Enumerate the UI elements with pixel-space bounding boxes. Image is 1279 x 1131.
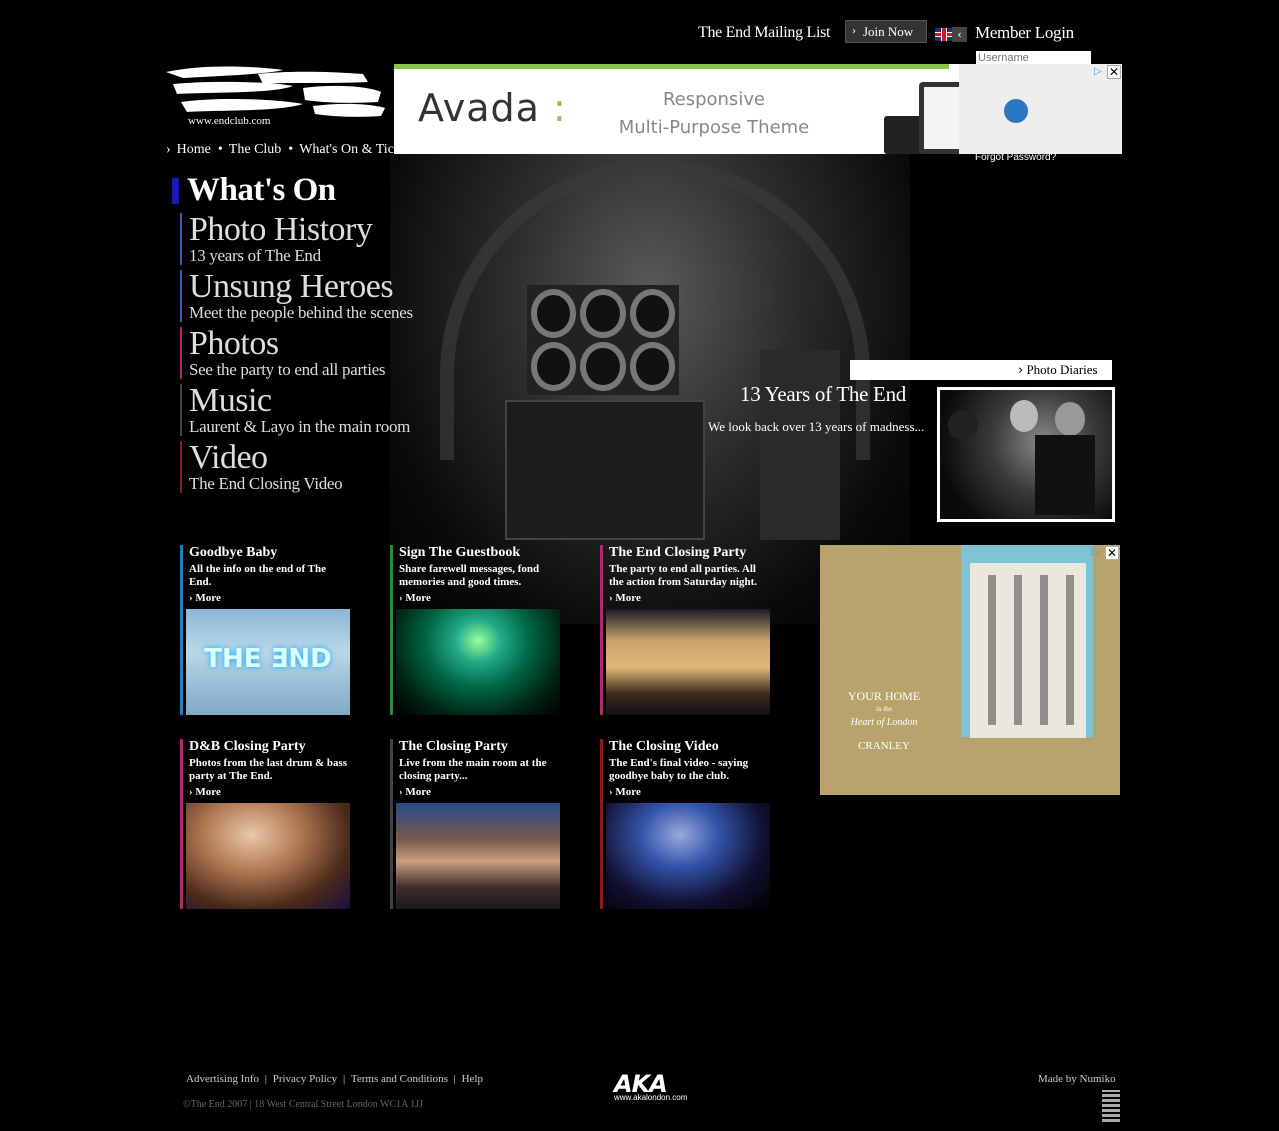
more-link[interactable]: › More: [399, 786, 431, 798]
speaker-stack: [505, 400, 705, 540]
ad-info-icon[interactable]: ▷: [1088, 546, 1102, 560]
feature-photo[interactable]: [937, 387, 1115, 522]
ad-accent-bar: [394, 64, 949, 69]
side-speaker: [760, 350, 840, 540]
join-now-button[interactable]: › Join Now: [845, 20, 927, 43]
close-icon[interactable]: ✕: [1107, 65, 1121, 79]
card-image[interactable]: [606, 803, 770, 909]
bullet: •: [288, 142, 294, 157]
card-image[interactable]: [396, 803, 560, 909]
card-image[interactable]: THE ƎND: [186, 609, 350, 715]
card-image[interactable]: [186, 803, 350, 909]
wordpress-icon: [1004, 99, 1028, 123]
side-ad[interactable]: YOUR HOME in the Heart of London CRANLEY…: [820, 545, 1120, 795]
aka-url[interactable]: www.akalondon.com: [614, 1093, 687, 1102]
username-input[interactable]: [976, 51, 1091, 65]
menu-photos[interactable]: Photos See the party to end all parties: [180, 327, 386, 379]
card-goodbye-baby[interactable]: Goodbye Baby All the info on the end of …: [180, 545, 350, 715]
ad-brand: CRANLEY: [858, 740, 910, 752]
ad-windows: [978, 575, 1078, 725]
footer-privacy-policy[interactable]: Privacy Policy: [273, 1073, 337, 1085]
footer-links: Advertising Info | Privacy Policy | Term…: [186, 1073, 483, 1085]
photo-diaries-link[interactable]: › Photo Diaries: [1018, 362, 1098, 378]
mailing-list-label: The End Mailing List: [698, 24, 831, 41]
logo-url: www.endclub.com: [188, 115, 271, 127]
menu-video[interactable]: Video The End Closing Video: [180, 441, 343, 493]
menu-music[interactable]: Music Laurent & Layo in the main room: [180, 384, 410, 436]
menu-photo-history[interactable]: Photo History 13 years of The End: [180, 213, 373, 265]
chevron-right-icon: ›: [852, 26, 856, 37]
more-link[interactable]: › More: [399, 592, 431, 604]
chevron-right-icon: ›: [1018, 363, 1024, 378]
card-the-closing-video[interactable]: The Closing Video The End's final video …: [600, 739, 770, 909]
feature-subtitle: We look back over 13 years of madness...: [708, 419, 925, 434]
banner-ad[interactable]: Avada : Responsive Multi-Purpose Theme ▷…: [394, 64, 1122, 154]
footer-terms[interactable]: Terms and Conditions: [351, 1073, 448, 1085]
card-dnb-closing-party[interactable]: D&B Closing Party Photos from the last d…: [180, 739, 350, 909]
card-sign-guestbook[interactable]: Sign The Guestbook Share farewell messag…: [390, 545, 560, 715]
ad-headline: YOUR HOME in the Heart of London: [847, 689, 921, 729]
copyright: ©The End 2007 | 18 West Central Street L…: [183, 1099, 424, 1110]
numiko-logo[interactable]: [1102, 1090, 1120, 1122]
made-by-link[interactable]: Made by Numiko: [1038, 1073, 1116, 1085]
card-end-closing-party[interactable]: The End Closing Party The party to end a…: [600, 545, 770, 715]
footer-help[interactable]: Help: [462, 1073, 483, 1085]
speaker-array: [527, 285, 679, 395]
member-login-heading: Member Login: [975, 23, 1074, 42]
close-icon[interactable]: ✕: [1105, 546, 1119, 560]
chevron-left-icon[interactable]: ‹: [952, 27, 967, 42]
ad-info-icon[interactable]: ▷: [1091, 65, 1105, 79]
card-image[interactable]: [606, 609, 770, 715]
more-link[interactable]: › More: [189, 786, 221, 798]
more-link[interactable]: › More: [609, 592, 641, 604]
nav-the-club[interactable]: The Club: [229, 142, 282, 158]
card-the-closing-party[interactable]: The Closing Party Live from the main roo…: [390, 739, 560, 909]
uk-flag-icon[interactable]: [935, 28, 953, 41]
whats-on-marker: [172, 178, 179, 204]
ad-brand: Avada :: [418, 86, 567, 130]
feature-title[interactable]: 13 Years of The End: [740, 382, 906, 407]
card-image[interactable]: [396, 609, 560, 715]
bullet: •: [217, 142, 223, 157]
chevron-right-icon: ›: [166, 142, 171, 157]
join-now-label: Join Now: [863, 23, 914, 39]
footer-advertising-info[interactable]: Advertising Info: [186, 1073, 259, 1085]
whats-on-heading: What's On: [187, 172, 336, 208]
more-link[interactable]: › More: [609, 786, 641, 798]
nav-home[interactable]: Home: [177, 142, 211, 158]
more-link[interactable]: › More: [189, 592, 221, 604]
ad-tagline: Responsive Multi-Purpose Theme: [618, 89, 810, 138]
menu-unsung-heroes[interactable]: Unsung Heroes Meet the people behind the…: [180, 270, 413, 322]
